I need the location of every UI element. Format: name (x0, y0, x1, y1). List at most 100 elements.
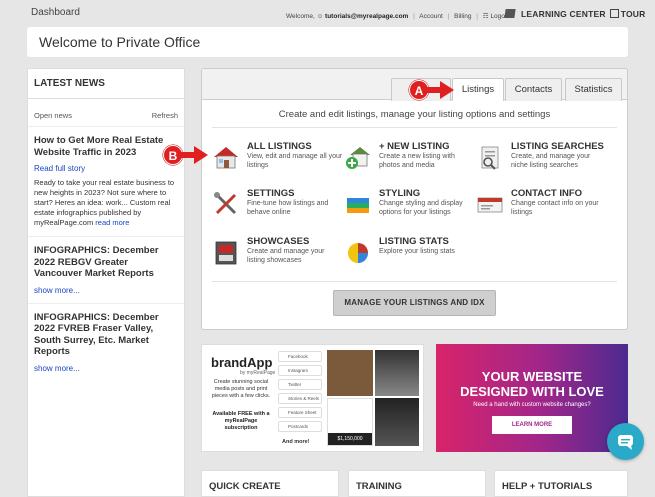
news-item-title[interactable]: How to Get More Real Estate Website Traf… (34, 135, 178, 158)
arrow-right-icon (427, 81, 454, 99)
learning-center-bar: LEARNING CENTER TOUR (504, 9, 646, 19)
help-tutorials-card: HELP + TUTORIALS (494, 470, 628, 497)
divider (212, 281, 617, 282)
contact-info-option[interactable]: CONTACT INFO Change contact info on your… (476, 188, 608, 222)
read-more-link[interactable]: read more (95, 218, 129, 227)
contact-card-icon (477, 197, 503, 213)
chat-icon (618, 435, 633, 450)
divider (212, 127, 617, 128)
brandapp-menu-item: Feature Sheet (278, 407, 322, 418)
option-desc: View, edit and manage all your listings (247, 153, 343, 169)
panel-heading: Create and edit listings, manage your li… (278, 109, 551, 120)
billing-link[interactable]: Billing (454, 13, 471, 20)
tour-link[interactable]: TOUR (621, 9, 646, 19)
quick-create-card: QUICK CREATE (201, 470, 339, 497)
brandapp-menu-item: Instagram (278, 365, 322, 376)
search-document-icon (481, 146, 499, 170)
news-item: How to Get More Real Estate Website Traf… (28, 127, 184, 237)
option-title: LISTING STATS (379, 236, 449, 247)
chat-button[interactable] (607, 423, 644, 460)
new-house-icon (346, 147, 370, 169)
brandapp-logo: brandApp (211, 355, 273, 370)
brandapp-price: $1,150,000 (328, 433, 372, 445)
pie-chart-icon (348, 243, 368, 263)
tab-contacts[interactable]: Contacts (505, 78, 562, 101)
top-bar: Dashboard Welcome, ☺ tutorials@myrealpag… (0, 0, 655, 26)
option-title: + NEW LISTING (379, 141, 450, 152)
option-desc: Create, and manage your niche listing se… (511, 153, 591, 169)
refresh-link[interactable]: Refresh (152, 111, 178, 126)
option-title: CONTACT INFO (511, 188, 583, 199)
option-title: LISTING SEARCHES (511, 141, 604, 152)
learning-center-link[interactable]: LEARNING CENTER (521, 9, 606, 19)
brandapp-availability: Available FREE with a myRealPage subscri… (212, 411, 270, 431)
training-title: TRAINING (356, 481, 402, 492)
news-item-title[interactable]: INFOGRAPHICS: December 2022 FVREB Fraser… (34, 312, 178, 358)
sample-photo (375, 350, 419, 396)
brandapp-promo[interactable]: brandApp by myRealPage Create stunning s… (201, 344, 424, 452)
page-title: Welcome to Private Office (39, 34, 201, 50)
showcases-option[interactable]: SHOWCASES Create and manage your listing… (212, 236, 344, 270)
option-desc: Change styling and display options for y… (379, 200, 463, 216)
settings-option[interactable]: SETTINGS Fine-tune how listings and beha… (212, 188, 344, 222)
user-icon: ☺ (316, 13, 324, 20)
read-full-story-link[interactable]: Read full story (34, 164, 178, 173)
website-design-promo[interactable]: YOUR WEBSITE DESIGNED WITH LOVE Need a h… (436, 344, 628, 452)
show-more-link[interactable]: show more... (34, 286, 178, 295)
palette-books-icon (347, 198, 369, 213)
listings-panel: W Listings Contacts Statistics Create an… (201, 68, 628, 330)
option-desc: Create a new listing with photos and med… (379, 153, 455, 169)
lock-icon: ☶ (482, 13, 489, 20)
option-title: SETTINGS (247, 188, 295, 199)
option-title: SHOWCASES (247, 236, 310, 247)
training-card: TRAINING (348, 470, 486, 497)
latest-news-panel: LATEST NEWS Open news Refresh How to Get… (27, 68, 185, 497)
show-more-link[interactable]: show more... (34, 364, 178, 373)
brandapp-menu: Facebook Instagram Twitter Stories & Ree… (278, 351, 322, 435)
welcome-banner: Welcome to Private Office (27, 27, 628, 57)
brandapp-menu-item: Postcards (278, 421, 322, 432)
user-email: tutorials@myrealpage.com (325, 13, 409, 20)
styling-option[interactable]: STYLING Change styling and display optio… (344, 188, 476, 222)
brandapp-menu-item: Twitter (278, 379, 322, 390)
showcase-icon (215, 241, 237, 265)
help-title: HELP + TUTORIALS (502, 481, 593, 492)
sample-photo (327, 350, 373, 396)
account-link[interactable]: Account (419, 13, 443, 20)
book-icon (504, 9, 516, 18)
brandapp-menu-item: Stories & Reels (278, 393, 322, 404)
news-controls: Open news Refresh (28, 99, 184, 127)
promo-sub: Need a hand with custom website changes? (473, 402, 591, 408)
quick-create-title: QUICK CREATE (209, 481, 281, 492)
account-links: Welcome, ☺ tutorials@myrealpage.com | Ac… (286, 13, 511, 20)
listing-stats-option[interactable]: LISTING STATS Explore your listing stats (344, 236, 476, 270)
option-desc: Explore your listing stats (379, 248, 455, 255)
listing-searches-option[interactable]: LISTING SEARCHES Create, and manage your… (476, 141, 608, 175)
tools-icon (214, 192, 237, 215)
arrow-right-icon (181, 146, 208, 164)
option-desc: Create and manage your listing showcases (247, 248, 325, 264)
annotation-a-marker: A (409, 80, 429, 100)
promo-line1: YOUR WEBSITE (481, 369, 583, 384)
brandapp-by: by myRealPage (240, 370, 276, 376)
brandapp-menu-item: Facebook (278, 351, 322, 362)
tab-listings[interactable]: Listings (452, 78, 504, 101)
house-icon (214, 147, 238, 169)
learn-more-button[interactable]: LEARN MORE (492, 416, 572, 434)
dashboard-label[interactable]: Dashboard (31, 7, 80, 18)
option-desc: Fine-tune how listings and behave online (247, 200, 329, 216)
brandapp-more: And more! (282, 439, 310, 445)
open-news-link[interactable]: Open news (34, 111, 72, 126)
new-listing-option[interactable]: + NEW LISTING Create a new listing with … (344, 141, 476, 175)
brandapp-text: Create stunning social media posts and p… (211, 379, 271, 399)
sample-photo (375, 398, 419, 446)
all-listings-option[interactable]: ALL LISTINGS View, edit and manage all y… (212, 141, 344, 175)
news-item: INFOGRAPHICS: December 2022 FVREB Fraser… (28, 304, 184, 381)
tab-statistics[interactable]: Statistics (565, 78, 622, 101)
welcome-prefix: Welcome, (286, 13, 315, 20)
option-desc: Change contact info on your listings (511, 200, 599, 216)
news-item-title[interactable]: INFOGRAPHICS: December 2022 REBGV Greate… (34, 245, 178, 280)
promo-line2: DESIGNED WITH LOVE (460, 384, 604, 399)
manage-listings-button[interactable]: MANAGE YOUR LISTINGS AND IDX (333, 290, 496, 316)
news-item-body: Ready to take your real estate business … (34, 178, 178, 228)
